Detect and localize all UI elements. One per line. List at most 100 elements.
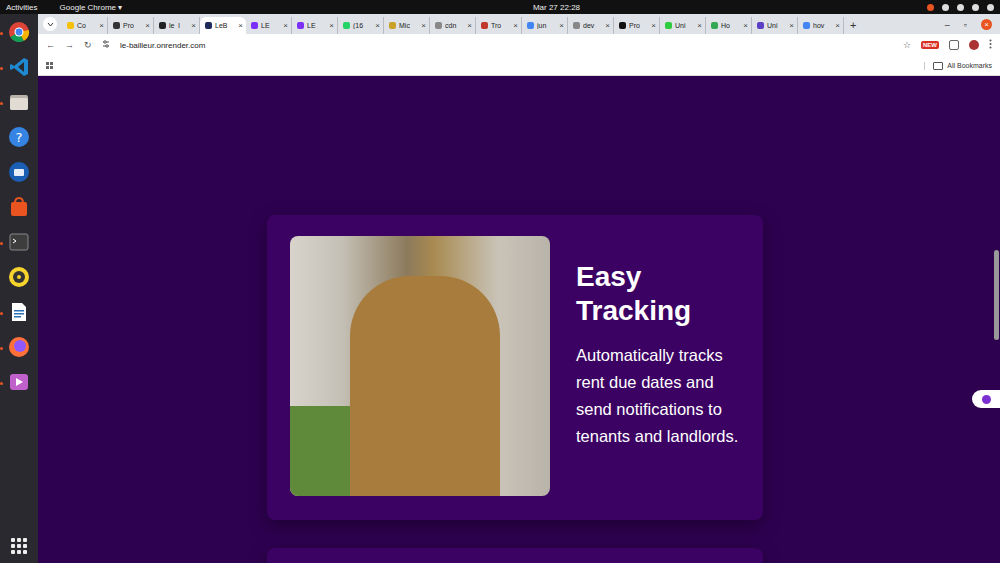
- browser-tab[interactable]: le_l×: [154, 17, 200, 34]
- browser-tab[interactable]: Uni×: [752, 17, 798, 34]
- tab-close-button[interactable]: ×: [513, 21, 518, 30]
- minimize-button[interactable]: –: [945, 20, 950, 30]
- dock-item[interactable]: [7, 57, 31, 81]
- tab-close-button[interactable]: ×: [789, 21, 794, 30]
- favicon-icon: [297, 22, 304, 29]
- browser-tab[interactable]: LeB×: [200, 17, 246, 34]
- scroll-thumb[interactable]: [994, 250, 999, 340]
- dock-item[interactable]: [7, 92, 31, 116]
- widget-icon: [982, 395, 991, 404]
- tab-search-button[interactable]: [43, 17, 57, 31]
- favicon-icon: [435, 22, 442, 29]
- apps-icon[interactable]: [46, 62, 54, 70]
- browser-tab[interactable]: Uni×: [660, 17, 706, 34]
- browser-tab[interactable]: Ho×: [706, 17, 752, 34]
- back-button[interactable]: ←: [46, 40, 55, 50]
- maximize-button[interactable]: ▫: [964, 20, 967, 30]
- site-info-icon[interactable]: [102, 40, 110, 50]
- thunderbird-icon: [8, 161, 30, 187]
- tab-close-button[interactable]: ×: [145, 21, 150, 30]
- tab-close-button[interactable]: ×: [835, 21, 840, 30]
- new-badge[interactable]: NEW: [921, 41, 939, 49]
- scrollbar[interactable]: [993, 76, 1000, 563]
- tab-close-button[interactable]: ×: [467, 21, 472, 30]
- feature-photo: [290, 236, 550, 496]
- show-apps-icon[interactable]: [11, 538, 27, 554]
- tab-close-button[interactable]: ×: [697, 21, 702, 30]
- favicon-icon: [573, 22, 580, 29]
- browser-tab[interactable]: (16×: [338, 17, 384, 34]
- extensions-icon[interactable]: [949, 40, 959, 50]
- tab-close-button[interactable]: ×: [375, 21, 380, 30]
- app-menu[interactable]: Google Chrome ▾: [60, 3, 123, 12]
- browser-tab[interactable]: cdn×: [430, 17, 476, 34]
- profile-icon[interactable]: [969, 40, 979, 50]
- clock[interactable]: Mar 27 22:28: [306, 3, 927, 12]
- browser-tab[interactable]: Mic×: [384, 17, 430, 34]
- browser-tab[interactable]: hov×: [798, 17, 844, 34]
- desktop: ?Co×Pro×le_l×LeB×LE×LE×(16×Mic×cdn×Tro×j…: [0, 14, 1000, 563]
- video-icon: [8, 371, 30, 397]
- system-tray[interactable]: [927, 4, 994, 11]
- tab-close-button[interactable]: ×: [238, 21, 243, 30]
- new-tab-button[interactable]: +: [850, 19, 856, 31]
- tab-label: Ho: [721, 22, 740, 29]
- reload-button[interactable]: ↻: [84, 40, 92, 50]
- dock-item[interactable]: [7, 337, 31, 361]
- window-controls: – ▫ ×: [945, 19, 1000, 30]
- grid-dot: [17, 544, 21, 548]
- dock-item[interactable]: [7, 232, 31, 256]
- tab-close-button[interactable]: ×: [421, 21, 426, 30]
- tab-label: hov: [813, 22, 832, 29]
- dock-item[interactable]: ?: [7, 127, 31, 151]
- tab-close-button[interactable]: ×: [283, 21, 288, 30]
- grid-dot: [23, 544, 27, 548]
- activities-button[interactable]: Activities: [6, 3, 38, 12]
- battery-icon[interactable]: [972, 4, 979, 11]
- tab-label: LeB: [215, 22, 235, 29]
- menu-icon[interactable]: [989, 39, 992, 51]
- close-button[interactable]: ×: [981, 19, 992, 30]
- address-bar[interactable]: le-bailleur.onrender.com: [120, 41, 893, 50]
- running-dot: [0, 102, 3, 105]
- favicon-icon: [711, 22, 718, 29]
- apps-dot: [50, 66, 53, 69]
- tab-label: le_l: [169, 22, 188, 29]
- browser-tab[interactable]: Pro×: [108, 17, 154, 34]
- tab-close-button[interactable]: ×: [743, 21, 748, 30]
- writer-icon: [8, 301, 30, 327]
- grid-dot: [23, 538, 27, 542]
- dock-item[interactable]: [7, 372, 31, 396]
- volume-icon[interactable]: [957, 4, 964, 11]
- power-icon[interactable]: [987, 4, 994, 11]
- browser-tab[interactable]: jun×: [522, 17, 568, 34]
- tab-close-button[interactable]: ×: [559, 21, 564, 30]
- apps-dot: [46, 62, 49, 65]
- dock-item[interactable]: [7, 302, 31, 326]
- browser-tab[interactable]: Tro×: [476, 17, 522, 34]
- dock-item[interactable]: [7, 267, 31, 291]
- bookmark-star[interactable]: ☆: [903, 40, 911, 50]
- browser-tab[interactable]: LE×: [292, 17, 338, 34]
- favicon-icon: [665, 22, 672, 29]
- browser-tab[interactable]: Pro×: [614, 17, 660, 34]
- running-dot: [0, 242, 3, 245]
- tab-close-button[interactable]: ×: [329, 21, 334, 30]
- browser-tab[interactable]: LE×: [246, 17, 292, 34]
- tab-close-button[interactable]: ×: [651, 21, 656, 30]
- network-icon[interactable]: [942, 4, 949, 11]
- tab-close-button[interactable]: ×: [99, 21, 104, 30]
- forward-button[interactable]: →: [65, 40, 74, 50]
- browser-tab[interactable]: dev×: [568, 17, 614, 34]
- tab-close-button[interactable]: ×: [605, 21, 610, 30]
- assistant-widget[interactable]: [972, 390, 1000, 408]
- dock-item[interactable]: [7, 162, 31, 186]
- grid-dot: [23, 550, 27, 554]
- dock-item[interactable]: [7, 22, 31, 46]
- favicon-icon: [389, 22, 396, 29]
- dock-item[interactable]: [7, 197, 31, 221]
- all-bookmarks[interactable]: All Bookmarks: [924, 62, 992, 70]
- update-icon[interactable]: [927, 4, 934, 11]
- tab-close-button[interactable]: ×: [191, 21, 196, 30]
- browser-tab[interactable]: Co×: [62, 17, 108, 34]
